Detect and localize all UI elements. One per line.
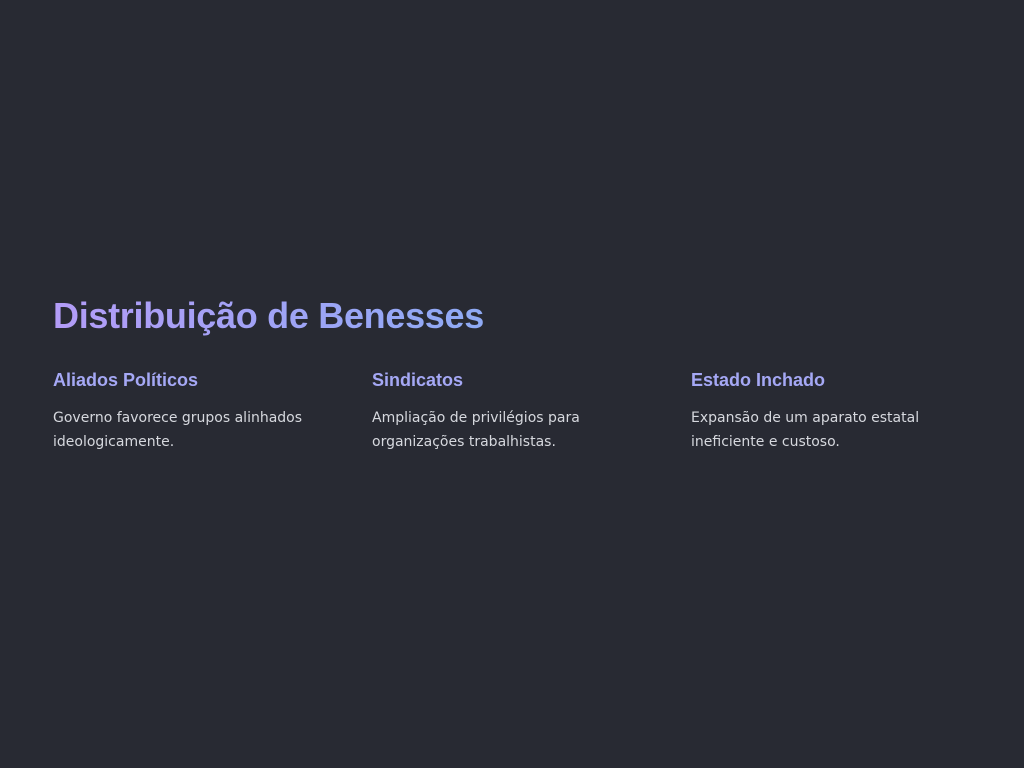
column-heading: Aliados Políticos [53, 370, 199, 390]
column-sindicatos: Sindicatos Ampliação de privilégios para… [372, 368, 691, 454]
slide: Distribuição de Benesses Aliados Polític… [0, 0, 1024, 768]
column-heading: Estado Inchado [691, 370, 826, 390]
column-estado-inchado: Estado Inchado Expansão de um aparato es… [691, 368, 1010, 454]
columns: Aliados Políticos Governo favorece grupo… [53, 368, 993, 454]
column-text: Expansão de um aparato estatal ineficien… [691, 410, 920, 450]
slide-content: Distribuição de Benesses Aliados Polític… [53, 292, 993, 454]
column-text: Ampliação de privilégios para organizaçõ… [372, 410, 580, 450]
column-aliados-politicos: Aliados Políticos Governo favorece grupo… [53, 368, 372, 454]
column-heading: Sindicatos [372, 370, 464, 390]
column-text: Governo favorece grupos alinhados ideolo… [53, 410, 303, 450]
slide-title: Distribuição de Benesses [53, 292, 993, 340]
